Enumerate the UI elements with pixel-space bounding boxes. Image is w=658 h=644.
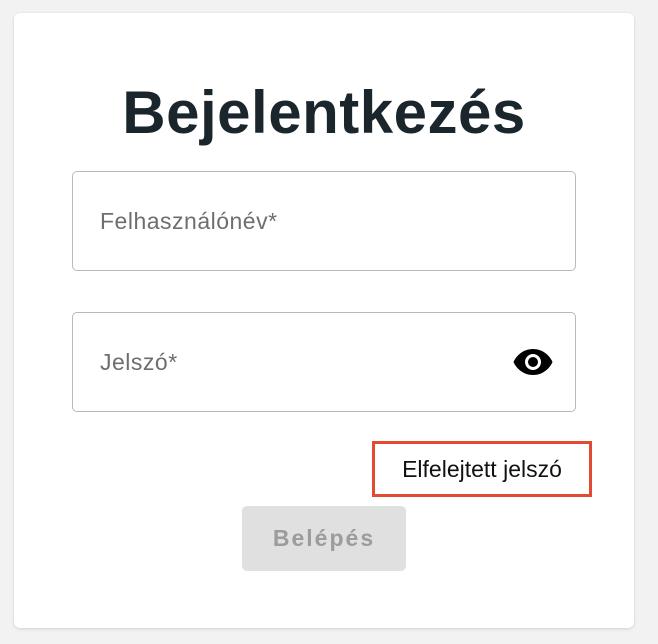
show-password-toggle[interactable] [513,344,553,380]
username-input[interactable] [73,172,575,270]
password-input[interactable] [73,313,575,411]
eye-icon [513,349,553,375]
password-field[interactable] [72,312,576,412]
forgot-password-link[interactable]: Elfelejtett jelszó [372,441,592,497]
login-card: Bejelentkezés Elfelejtett jelszó Belépés [14,13,634,628]
page-title: Bejelentkezés [122,79,526,146]
username-field[interactable] [72,171,576,271]
login-button[interactable]: Belépés [242,506,406,571]
